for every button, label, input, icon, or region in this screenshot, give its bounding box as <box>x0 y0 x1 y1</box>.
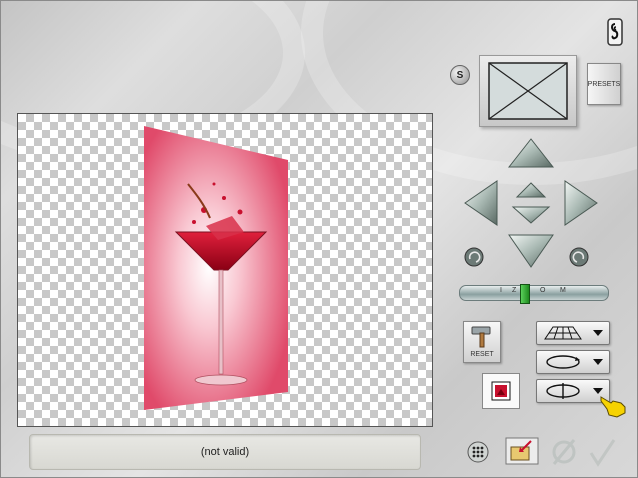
perspective-mode-button[interactable] <box>536 321 610 345</box>
preview-canvas[interactable] <box>17 113 433 427</box>
help-icon[interactable] <box>607 18 623 46</box>
rotate-ellipse-icon <box>546 355 580 369</box>
slider-thumb[interactable] <box>520 284 530 304</box>
store-preset-button[interactable]: S <box>450 65 470 85</box>
checkmark-icon[interactable] <box>587 437 617 467</box>
zoom-slider[interactable]: I Z O M <box>459 284 609 304</box>
cancel-icon[interactable] <box>549 437 579 467</box>
status-bar: (not valid) <box>29 434 421 470</box>
slider-label-z: Z <box>512 287 517 294</box>
transformed-image[interactable] <box>18 114 432 426</box>
arrow-right-icon[interactable] <box>564 180 598 226</box>
image-view-button[interactable] <box>482 373 520 409</box>
grid-dots-icon[interactable] <box>467 441 489 463</box>
hammer-icon <box>471 326 491 348</box>
arrow-left-icon[interactable] <box>464 180 498 226</box>
image-icon <box>491 381 511 401</box>
small-arrow-up-icon[interactable] <box>515 182 547 198</box>
rotate-left-icon[interactable] <box>464 247 484 267</box>
arrow-down-icon[interactable] <box>508 234 554 268</box>
rotate-mode-button[interactable] <box>536 350 610 374</box>
plugin-window: (not valid) S PRESETS I Z O M RESET <box>0 0 638 478</box>
chevron-down-icon <box>593 359 603 365</box>
reset-label: RESET <box>470 351 494 358</box>
preset-thumbnail[interactable] <box>479 55 577 127</box>
rotate-right-icon[interactable] <box>569 247 589 267</box>
small-arrow-down-icon[interactable] <box>511 206 551 224</box>
chevron-down-icon <box>593 330 603 336</box>
reset-button[interactable]: RESET <box>463 321 501 363</box>
status-text: (not valid) <box>200 446 250 458</box>
load-folder-icon[interactable] <box>505 437 539 465</box>
arrow-up-icon[interactable] <box>507 138 555 168</box>
slider-label-i: I <box>500 287 502 294</box>
flip-axis-icon <box>546 383 580 399</box>
slider-label-m: M <box>560 287 566 294</box>
slider-label-o: O <box>540 287 546 294</box>
presets-button[interactable]: PRESETS <box>587 63 621 105</box>
hand-pointer-icon <box>600 396 626 418</box>
empty-preset-icon <box>488 62 568 120</box>
store-preset-label: S <box>456 69 464 81</box>
perspective-grid-icon <box>544 326 582 340</box>
presets-label: PRESETS <box>587 80 621 88</box>
